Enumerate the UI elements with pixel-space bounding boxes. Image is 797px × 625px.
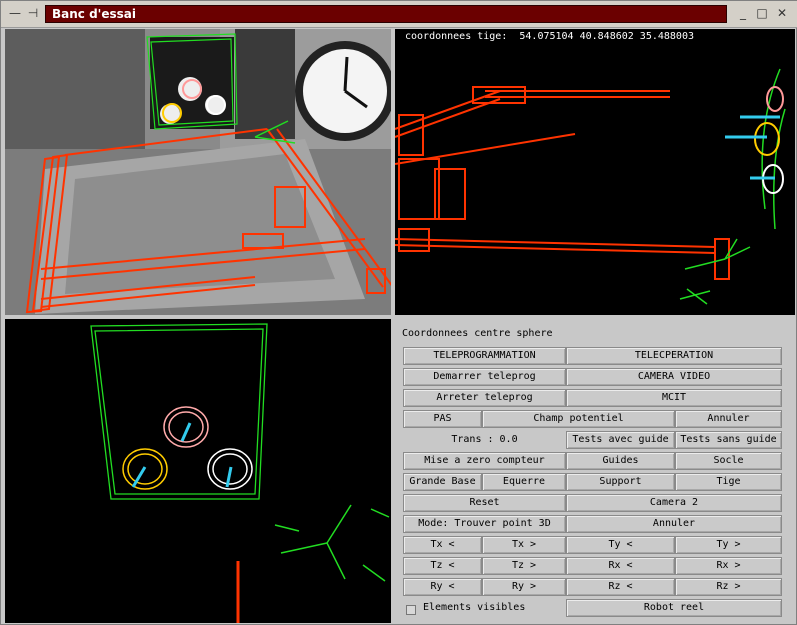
- app-window: — ⊣ Banc d'essai _ □ ✕ coordonnees tige:…: [0, 0, 797, 625]
- trans-label: Trans : 0.0: [451, 434, 518, 445]
- tests-sans-guide-button[interactable]: Tests sans guide: [675, 431, 782, 449]
- ry-plus-button[interactable]: Ry >: [482, 578, 566, 596]
- tz-minus-button[interactable]: Tz <: [403, 557, 482, 575]
- equerre-button[interactable]: Equerre: [482, 473, 566, 491]
- window-menu-icon[interactable]: —: [7, 5, 23, 21]
- tx-plus-button[interactable]: Tx >: [482, 536, 566, 554]
- camera-scene: [5, 29, 391, 315]
- teleoperation-button[interactable]: TELECPERATION: [566, 347, 782, 365]
- champ-potentiel-button[interactable]: Champ potentiel: [482, 410, 675, 428]
- side-3d-view[interactable]: coordonnees tige: 54.075104 40.848602 35…: [395, 29, 795, 315]
- pas-button[interactable]: PAS: [403, 410, 482, 428]
- camera-view[interactable]: [5, 29, 391, 315]
- annuler-button[interactable]: Annuler: [675, 410, 782, 428]
- minimize-icon[interactable]: _: [735, 5, 751, 21]
- reset-counter-button[interactable]: Mise a zero compteur: [403, 452, 566, 470]
- teleprogrammation-button[interactable]: TELEPROGRAMMATION: [403, 347, 566, 365]
- ty-plus-button[interactable]: Ty >: [675, 536, 782, 554]
- rz-minus-button[interactable]: Rz <: [566, 578, 675, 596]
- title-bar: — ⊣ Banc d'essai _ □ ✕: [1, 1, 797, 28]
- elements-visibles-checkbox[interactable]: [406, 605, 416, 615]
- start-teleprog-button[interactable]: Demarrer teleprog: [403, 368, 566, 386]
- elements-visibles-label: Elements visibles: [423, 602, 526, 613]
- rz-plus-button[interactable]: Rz >: [675, 578, 782, 596]
- side-scene: [395, 68, 786, 305]
- ty-minus-button[interactable]: Ty <: [566, 536, 675, 554]
- annuler-mode-button[interactable]: Annuler: [566, 515, 782, 533]
- reset-button[interactable]: Reset: [403, 494, 566, 512]
- close-icon[interactable]: ✕: [774, 5, 790, 21]
- support-button[interactable]: Support: [566, 473, 675, 491]
- tests-avec-guide-button[interactable]: Tests avec guide: [566, 431, 675, 449]
- rx-minus-button[interactable]: Rx <: [566, 557, 675, 575]
- mcit-button[interactable]: MCIT: [566, 389, 782, 407]
- pin-icon[interactable]: ⊣: [25, 5, 41, 21]
- ry-minus-button[interactable]: Ry <: [403, 578, 482, 596]
- title-field: Banc d'essai: [45, 5, 727, 23]
- guides-button[interactable]: Guides: [566, 452, 675, 470]
- window-title: Banc d'essai: [52, 7, 136, 21]
- coords-readout: coordonnees tige: 54.075104 40.848602 35…: [405, 31, 694, 42]
- control-panel: Coordonnees centre sphere TELEPROGRAMMAT…: [395, 319, 795, 623]
- maximize-icon[interactable]: □: [754, 5, 770, 21]
- stop-teleprog-button[interactable]: Arreter teleprog: [403, 389, 566, 407]
- panel-title: Coordonnees centre sphere: [402, 328, 553, 339]
- camera-2-button[interactable]: Camera 2: [566, 494, 782, 512]
- socle-button[interactable]: Socle: [675, 452, 782, 470]
- top-3d-view[interactable]: [5, 319, 391, 623]
- grande-base-button[interactable]: Grande Base: [403, 473, 482, 491]
- mode-button[interactable]: Mode: Trouver point 3D: [403, 515, 566, 533]
- robot-reel-button[interactable]: Robot reel: [566, 599, 782, 617]
- tz-plus-button[interactable]: Tz >: [482, 557, 566, 575]
- top-scene: [90, 323, 390, 623]
- rx-plus-button[interactable]: Rx >: [675, 557, 782, 575]
- camera-video-button[interactable]: CAMERA VIDEO: [566, 368, 782, 386]
- tige-button[interactable]: Tige: [675, 473, 782, 491]
- tx-minus-button[interactable]: Tx <: [403, 536, 482, 554]
